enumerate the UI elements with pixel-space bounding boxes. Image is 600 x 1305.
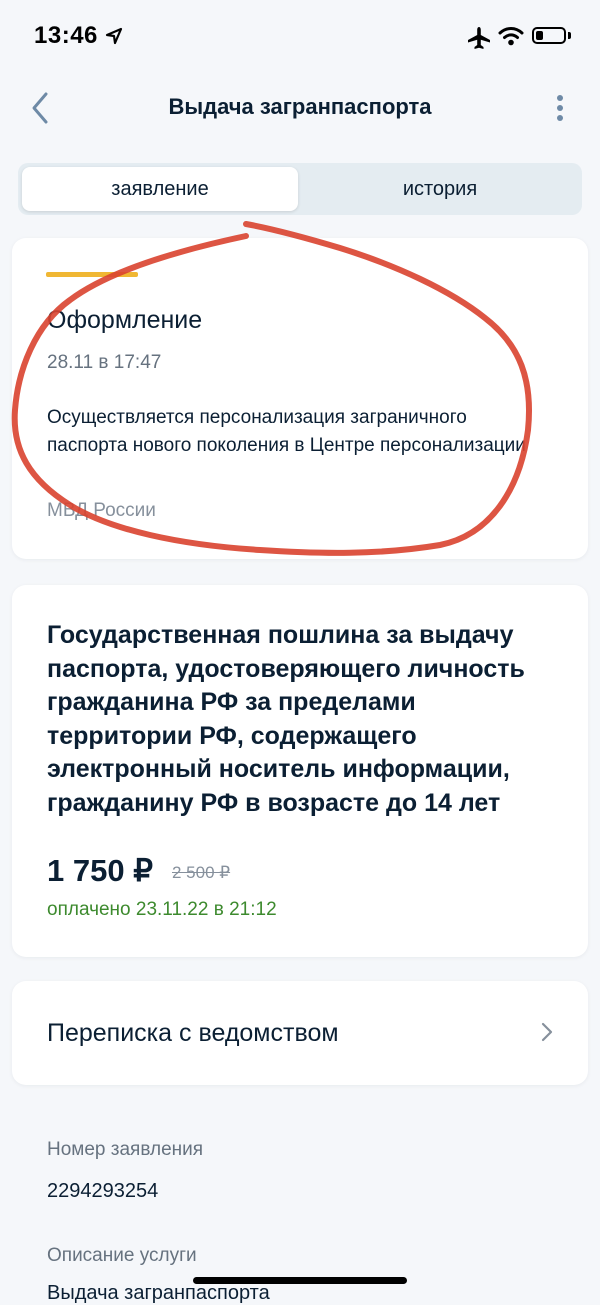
service-description-value: Выдача загранпаспорта bbox=[47, 1282, 270, 1304]
status-organization: МВД России bbox=[47, 500, 156, 521]
battery-icon bbox=[532, 27, 566, 44]
fee-card: Государственная пошлина за выдачу паспор… bbox=[12, 585, 588, 957]
back-chevron-icon[interactable] bbox=[26, 90, 58, 126]
tab-history[interactable]: история bbox=[302, 167, 578, 211]
status-time: 13:46 bbox=[34, 22, 98, 49]
fee-title: Государственная пошлина за выдачу паспор… bbox=[47, 621, 525, 817]
navigation-bar: Выдача загранпаспорта bbox=[0, 76, 600, 138]
airplane-icon bbox=[468, 27, 490, 49]
segmented-tabs: заявление история bbox=[18, 163, 582, 215]
application-number-value: 2294293254 bbox=[47, 1180, 159, 1202]
status-date: 28.11 в 17:47 bbox=[47, 352, 162, 373]
home-indicator bbox=[193, 1277, 407, 1284]
correspondence-row[interactable]: Переписка с ведомством bbox=[12, 981, 588, 1085]
fee-price: 1 750 ₽ bbox=[47, 853, 153, 888]
more-vertical-icon[interactable] bbox=[548, 92, 572, 124]
service-description-label: Описание услуги bbox=[47, 1245, 197, 1266]
fee-paid-status: оплачено 23.11.22 в 21:12 bbox=[47, 899, 277, 920]
application-number-label: Номер заявления bbox=[47, 1139, 204, 1160]
location-arrow-icon bbox=[105, 27, 123, 45]
fee-old-price: 2 500 ₽ bbox=[172, 863, 231, 882]
correspondence-title: Переписка с ведомством bbox=[47, 1019, 339, 1047]
status-bar: 13:46 bbox=[0, 0, 600, 76]
wifi-icon bbox=[498, 27, 524, 46]
status-accent-bar bbox=[46, 272, 138, 277]
page-title: Выдача загранпаспорта bbox=[168, 94, 432, 119]
status-title: Оформление bbox=[47, 306, 203, 334]
status-card: Оформление 28.11 в 17:47 Осуществляется … bbox=[12, 238, 588, 559]
tab-application[interactable]: заявление bbox=[22, 167, 298, 211]
chevron-right-icon bbox=[541, 1022, 553, 1042]
status-description: Осуществляется персонализация загранично… bbox=[47, 407, 526, 456]
